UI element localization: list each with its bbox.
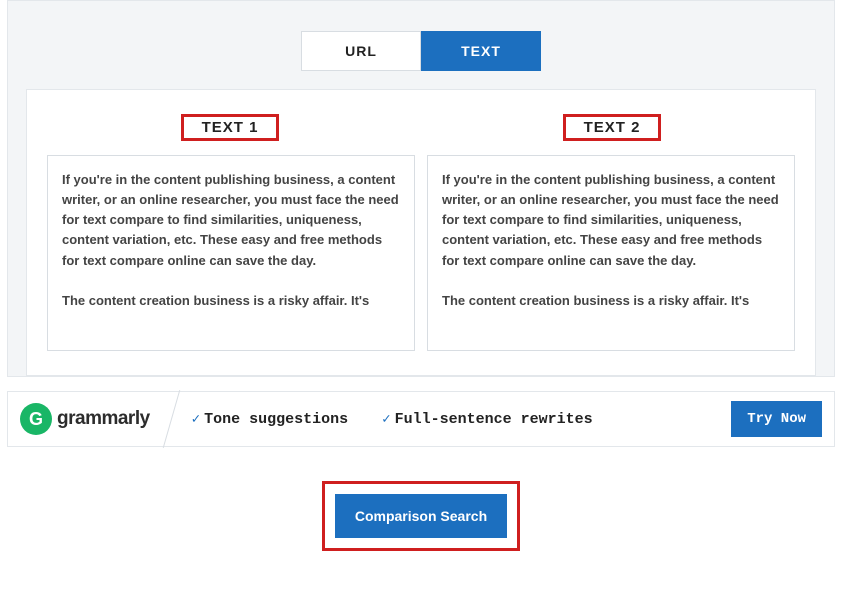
tabs-row: URL TEXT [26,19,816,89]
feature-tone-text: Tone suggestions [204,411,348,428]
textareas-row [47,155,795,351]
grammarly-logo-text: grammarly [57,408,150,430]
tab-url[interactable]: URL [301,31,421,71]
text1-input[interactable] [47,155,415,351]
main-panel: URL TEXT TEXT 1 TEXT 2 [7,0,835,377]
text2-label: TEXT 2 [563,114,662,141]
text1-label: TEXT 1 [181,114,280,141]
action-highlight: Comparison Search [322,481,520,551]
action-row: Comparison Search [7,481,835,551]
header-cell-2: TEXT 2 [429,114,795,141]
header-cell-1: TEXT 1 [47,114,413,141]
grammarly-logo-icon: G [20,403,52,435]
divider [156,391,186,447]
feature-tone: ✓ Tone suggestions [192,411,348,428]
tab-text[interactable]: TEXT [421,31,541,71]
grammarly-logo: G grammarly [20,403,150,435]
feature-rewrites: ✓ Full-sentence rewrites [382,411,592,428]
ad-bar: G grammarly ✓ Tone suggestions ✓ Full-se… [7,391,835,447]
headers-row: TEXT 1 TEXT 2 [47,114,795,141]
content-box: TEXT 1 TEXT 2 [26,89,816,376]
check-icon: ✓ [382,411,390,428]
try-now-button[interactable]: Try Now [731,401,822,437]
comparison-search-button[interactable]: Comparison Search [335,494,507,538]
feature-rewrites-text: Full-sentence rewrites [395,411,593,428]
check-icon: ✓ [192,411,200,428]
text2-input[interactable] [427,155,795,351]
